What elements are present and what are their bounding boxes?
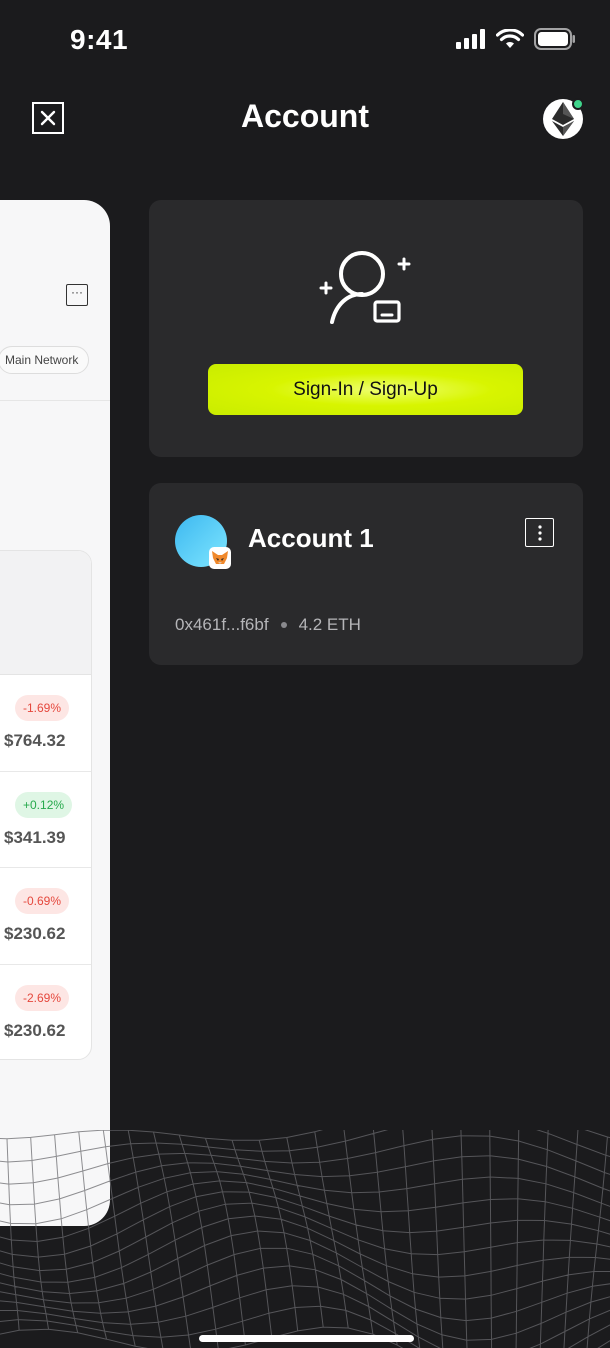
token-card-header: [0, 551, 91, 675]
token-row[interactable]: -0.69% $230.62: [0, 868, 91, 965]
signin-card: Sign-In / Sign-Up: [149, 200, 583, 457]
change-badge: -1.69%: [15, 695, 70, 721]
home-indicator[interactable]: [199, 1335, 414, 1342]
status-icons: [456, 26, 576, 52]
separator-dot: [280, 622, 287, 628]
account-address[interactable]: 0x461f...f6bf: [175, 615, 269, 635]
token-price: $230.62: [4, 924, 66, 943]
token-price: $764.32: [4, 731, 66, 750]
token-price: $230.62: [4, 1020, 66, 1040]
token-row[interactable]: -2.69% $230.62: [0, 965, 91, 1060]
signin-signup-button[interactable]: Sign-In / Sign-Up: [208, 364, 523, 415]
token-row[interactable]: -1.69% $764.32: [0, 675, 91, 772]
account-more-button[interactable]: [525, 518, 554, 547]
network-pill[interactable]: Main Network: [0, 346, 90, 374]
status-time: 9:41: [70, 24, 129, 55]
change-badge: +0.12%: [15, 791, 73, 818]
page-title: Account: [241, 98, 369, 134]
token-list-card: -1.69% $764.32 +0.12% $341.39 -0.69% $23…: [0, 550, 92, 1060]
status-bar: 9:41: [0, 0, 610, 80]
panel-more-icon[interactable]: ···: [66, 284, 88, 306]
account-name: Account 1: [248, 523, 374, 553]
fox-wallet-icon: [209, 547, 231, 569]
account-meta: 0x461f...f6bf 4.2 ETH: [175, 615, 361, 635]
wireframe-terrain-decoration: [0, 1130, 610, 1348]
token-price: $341.39: [4, 827, 66, 847]
divider: [0, 400, 110, 401]
wifi-icon: [496, 29, 524, 48]
terrain-mesh: [0, 1130, 610, 1348]
account-card[interactable]: Account 1 0x461f...f6bf 4.2 ETH: [149, 483, 583, 665]
token-row[interactable]: +0.12% $341.39: [0, 772, 91, 868]
signal-icon: [456, 29, 485, 49]
account-balance: 4.2 ETH: [298, 615, 361, 634]
ethereum-icon: [552, 102, 574, 136]
online-status-dot: [572, 98, 584, 110]
change-badge: -2.69%: [15, 984, 70, 1011]
change-badge: -0.69%: [15, 888, 70, 914]
add-user-icon: [319, 251, 411, 324]
battery-icon: [534, 28, 575, 50]
wallet-panel-preview[interactable]: ··· Main Network -1.69% $764.32 +0.12% $…: [0, 200, 110, 1226]
more-vertical-icon: [537, 524, 542, 541]
